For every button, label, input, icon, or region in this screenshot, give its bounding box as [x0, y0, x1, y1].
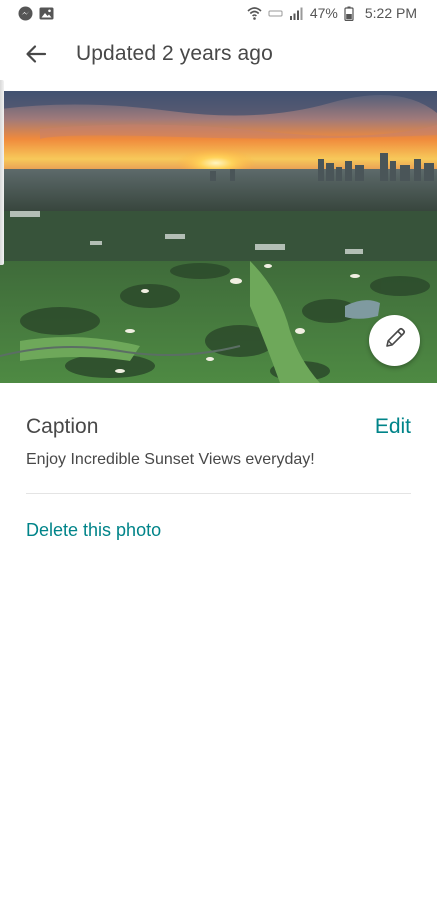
pencil-icon — [382, 325, 408, 356]
page-edge-handle — [0, 80, 4, 265]
gallery-icon — [39, 6, 54, 21]
volte-icon — [268, 6, 283, 21]
signal-icon — [289, 6, 304, 21]
caption-heading: Caption — [26, 415, 99, 438]
divider — [26, 493, 411, 494]
status-left — [18, 6, 54, 21]
page-title: Updated 2 years ago — [76, 42, 273, 65]
battery-percent: 47% — [309, 5, 338, 21]
status-right: 47% 5:22 PM — [247, 5, 417, 21]
wifi-icon — [247, 6, 262, 21]
clock: 5:22 PM — [364, 5, 417, 21]
delete-photo-link[interactable]: Delete this photo — [26, 520, 161, 541]
edit-photo-button[interactable] — [369, 315, 420, 366]
status-bar: 47% 5:22 PM — [0, 0, 437, 28]
app-bar: Updated 2 years ago — [0, 28, 437, 84]
caption-text: Enjoy Incredible Sunset Views everyday! — [26, 451, 315, 468]
caption-edit-link[interactable]: Edit — [375, 415, 411, 439]
back-button[interactable] — [18, 38, 54, 74]
arrow-left-icon — [25, 43, 47, 70]
messenger-icon — [18, 6, 33, 21]
battery-icon — [344, 6, 359, 21]
